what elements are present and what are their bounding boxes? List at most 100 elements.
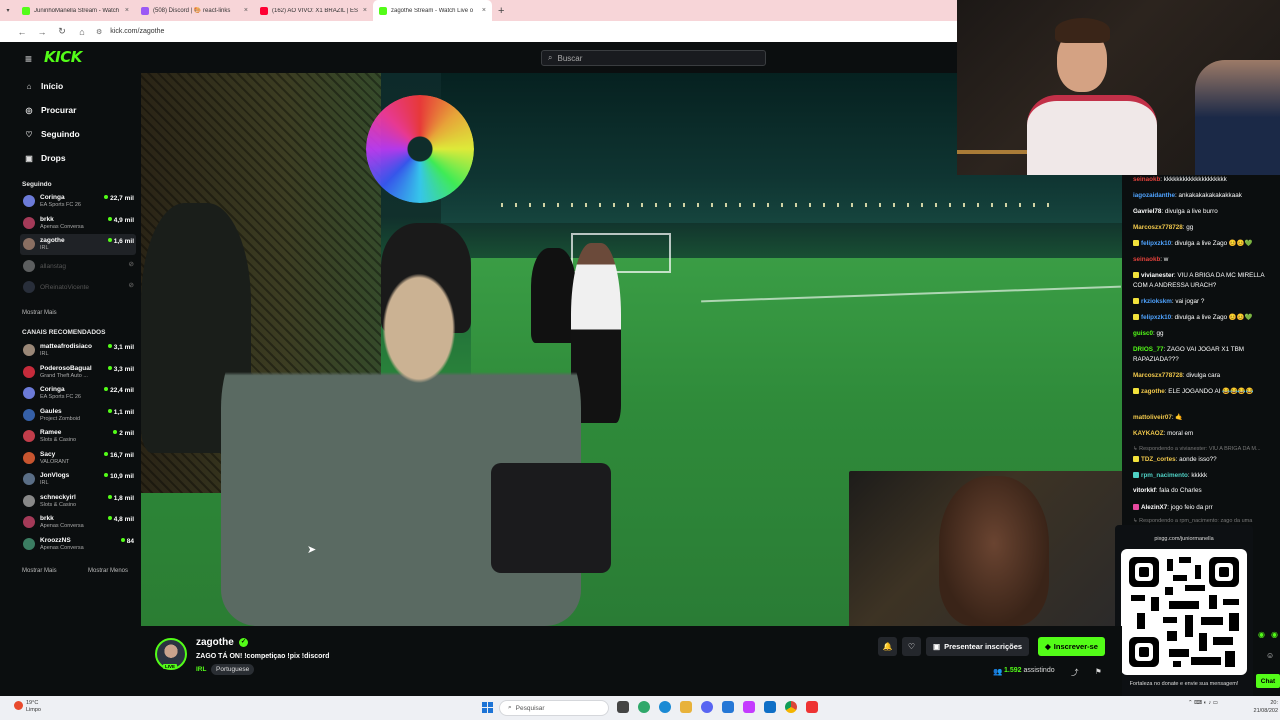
video-string-lights bbox=[501, 203, 1061, 207]
sidebar-recommended-item[interactable]: Ramee Slots & Casino 2 mil bbox=[20, 426, 136, 447]
sidebar-recommended-item[interactable]: brkk Apenas Conversa 4,8 mil bbox=[20, 512, 136, 533]
share-icon[interactable]: ⤴ bbox=[1071, 667, 1079, 678]
app-icon[interactable] bbox=[743, 701, 755, 713]
sidebar-item-home[interactable]: ⌂ Início bbox=[24, 81, 64, 91]
subscribe-button[interactable]: ◆ Inscrever-se bbox=[1038, 637, 1105, 656]
back-arrow-icon[interactable]: ← bbox=[16, 27, 28, 37]
chat-send-button[interactable]: Chat bbox=[1256, 674, 1280, 688]
sidebar: ⌂ Início ◎ Procurar ♡ Seguindo ▣ Drops S… bbox=[14, 73, 141, 696]
taskview-icon[interactable] bbox=[617, 701, 629, 713]
reload-icon[interactable]: ↻ bbox=[56, 26, 68, 37]
whatsapp-icon[interactable]: ◉ bbox=[1258, 630, 1265, 639]
home-icon[interactable]: ⌂ bbox=[76, 27, 88, 37]
browser-tab[interactable]: (508) Discord | 🎨 react-links × bbox=[135, 0, 254, 21]
tab-close-icon[interactable]: × bbox=[244, 7, 248, 14]
show-less-button[interactable]: Mostrar Menos bbox=[88, 568, 128, 574]
chat-username[interactable]: seinaokb bbox=[1133, 176, 1160, 183]
chat-username[interactable]: Marcoszx778728 bbox=[1133, 224, 1183, 231]
chat-username[interactable]: TDZ_cortes bbox=[1141, 456, 1176, 463]
heart-icon[interactable]: ♡ bbox=[902, 637, 921, 656]
url-field[interactable]: kick.com/zagothe bbox=[110, 28, 164, 35]
chat-username[interactable]: DRIOS_77 bbox=[1133, 346, 1163, 353]
sidebar-recommended-item[interactable]: Sacy VALORANT 16,7 mil bbox=[20, 448, 136, 469]
menu-icon[interactable]: ≡ bbox=[25, 52, 32, 66]
search-input[interactable]: ⌕ Buscar bbox=[541, 50, 766, 66]
qr-url: pixgg.com/juniormanella bbox=[1154, 536, 1214, 542]
stream-category[interactable]: IRL bbox=[196, 666, 206, 673]
chat-username[interactable]: Gavriel78 bbox=[1133, 208, 1161, 215]
sidebar-recommended-item[interactable]: Coringa EA Sports FC 26 22,4 mil bbox=[20, 383, 136, 404]
sidebar-following-item[interactable]: OReinatoVicente ⊘ bbox=[20, 277, 136, 298]
chat-username[interactable]: iagozaidanthe bbox=[1133, 192, 1175, 199]
sidebar-recommended-item[interactable]: matteafrodisiaco IRL 3,1 mil bbox=[20, 340, 136, 361]
chat-username[interactable]: zagothe bbox=[1141, 388, 1165, 395]
sidebar-following-item[interactable]: brkk Apenas Conversa 4,9 mil bbox=[20, 213, 136, 234]
browser-tab[interactable]: (162) AO VIVO: X1 BRAZIL | ES × bbox=[254, 0, 373, 21]
bell-icon[interactable]: 🔔 bbox=[878, 637, 897, 656]
store-icon[interactable] bbox=[722, 701, 734, 713]
forward-arrow-icon[interactable]: → bbox=[36, 27, 48, 37]
app-icon[interactable] bbox=[764, 701, 776, 713]
channel-category: Slots & Casino bbox=[40, 501, 77, 508]
system-tray[interactable]: ⌃ ⌨ ◐ ♪ ▭ bbox=[1188, 700, 1218, 706]
new-tab-button[interactable]: + bbox=[492, 5, 510, 17]
sidebar-following-item[interactable]: allanstag ⊘ bbox=[20, 256, 136, 277]
chat-username[interactable]: AlezinX7 bbox=[1141, 504, 1167, 511]
gift-subscriptions-button[interactable]: ▣ Presentear inscrições bbox=[926, 637, 1030, 656]
tab-close-icon[interactable]: × bbox=[363, 7, 367, 14]
chrome-icon[interactable] bbox=[785, 701, 797, 713]
show-more-recommended-button[interactable]: Mostrar Mais bbox=[22, 568, 57, 574]
chat-username[interactable]: guisc0 bbox=[1133, 330, 1153, 337]
clock[interactable]: 20: 21/08/202 bbox=[1250, 699, 1278, 715]
chat-username[interactable]: mattoliveir07 bbox=[1133, 414, 1172, 421]
tab-close-icon[interactable]: × bbox=[125, 7, 129, 14]
sidebar-following-item[interactable]: Coringa EA Sports FC 26 22,7 mil bbox=[20, 191, 136, 212]
chat-username[interactable]: felipxzk10 bbox=[1141, 314, 1171, 321]
explorer-icon[interactable] bbox=[680, 701, 692, 713]
chat-username[interactable]: Marcoszx778728 bbox=[1133, 372, 1183, 379]
offline-icon: ⊘ bbox=[128, 260, 134, 268]
sidebar-recommended-item[interactable]: KroozzNS Apenas Conversa 84 bbox=[20, 534, 136, 555]
sidebar-recommended-item[interactable]: JonVlogs IRL 10,9 mil bbox=[20, 469, 136, 490]
live-badge: LIVE bbox=[163, 664, 178, 669]
chat-username[interactable]: felipxzk10 bbox=[1141, 240, 1171, 247]
browser-tab[interactable]: JuninhoManella Stream - Watch × bbox=[16, 0, 135, 21]
channel-viewers: 84 bbox=[121, 538, 134, 545]
windows-start-icon[interactable] bbox=[482, 702, 493, 713]
language-tag[interactable]: Portuguese bbox=[211, 664, 255, 675]
tab-list-chevron-icon[interactable]: ▾ bbox=[0, 7, 16, 14]
chat-text: kkkkkkkkkkkkkkkkkkkk bbox=[1163, 176, 1227, 183]
sidebar-item-drops[interactable]: ▣ Drops bbox=[24, 153, 65, 163]
whatsapp-icon[interactable]: ◉ bbox=[1271, 630, 1278, 639]
flag-icon[interactable]: ⚑ bbox=[1095, 667, 1102, 676]
chat-username[interactable]: KAYKAOZ bbox=[1133, 430, 1164, 437]
channel-category: IRL bbox=[40, 351, 49, 357]
app-icon[interactable] bbox=[806, 701, 818, 713]
channel-name[interactable]: zagothe bbox=[196, 637, 234, 648]
chat-username[interactable]: rkziokskm bbox=[1141, 298, 1172, 305]
site-info-icon[interactable]: ⚙ bbox=[96, 28, 102, 36]
tab-close-icon[interactable]: × bbox=[482, 7, 486, 14]
discord-icon[interactable] bbox=[701, 701, 713, 713]
sidebar-recommended-item[interactable]: PoderosoBagual Grand Theft Auto ... 3,3 mi… bbox=[20, 362, 136, 383]
weather-widget[interactable]: 19°C Limpo bbox=[26, 700, 41, 714]
sidebar-recommended-item[interactable]: schneckyirl Slots & Casino 1,8 mil bbox=[20, 491, 136, 512]
chat-username[interactable]: seinaokb bbox=[1133, 256, 1160, 263]
edge-icon[interactable] bbox=[659, 701, 671, 713]
chat-username[interactable]: vitorkkf bbox=[1133, 487, 1156, 494]
chat-username[interactable]: rpm_nacimento bbox=[1141, 472, 1188, 479]
sidebar-following-item[interactable]: zagothe IRL 1,6 mil bbox=[20, 234, 136, 255]
kick-logo[interactable]: KICK bbox=[44, 48, 82, 66]
sidebar-recommended-item[interactable]: Gaules Project Zomboid 1,1 mil bbox=[20, 405, 136, 426]
channel-category: Apenas Conversa bbox=[40, 223, 84, 230]
browser-tab-active[interactable]: zagothe Stream - Watch Live o × bbox=[373, 0, 492, 21]
taskbar-search-input[interactable]: ⌕ Pesquisar bbox=[499, 700, 609, 716]
emoji-icon[interactable]: ☺ bbox=[1266, 651, 1274, 660]
channel-category: EA Sports FC 26 bbox=[40, 202, 81, 208]
chat-username[interactable]: vivianester bbox=[1141, 272, 1174, 279]
sidebar-item-following[interactable]: ♡ Seguindo bbox=[24, 129, 79, 139]
spotify-icon[interactable] bbox=[638, 701, 650, 713]
sidebar-item-browse[interactable]: ◎ Procurar bbox=[24, 105, 77, 115]
chat-message: AlezinX7: jogo feio da prr bbox=[1133, 503, 1279, 513]
show-more-button[interactable]: Mostrar Mais bbox=[22, 310, 57, 316]
